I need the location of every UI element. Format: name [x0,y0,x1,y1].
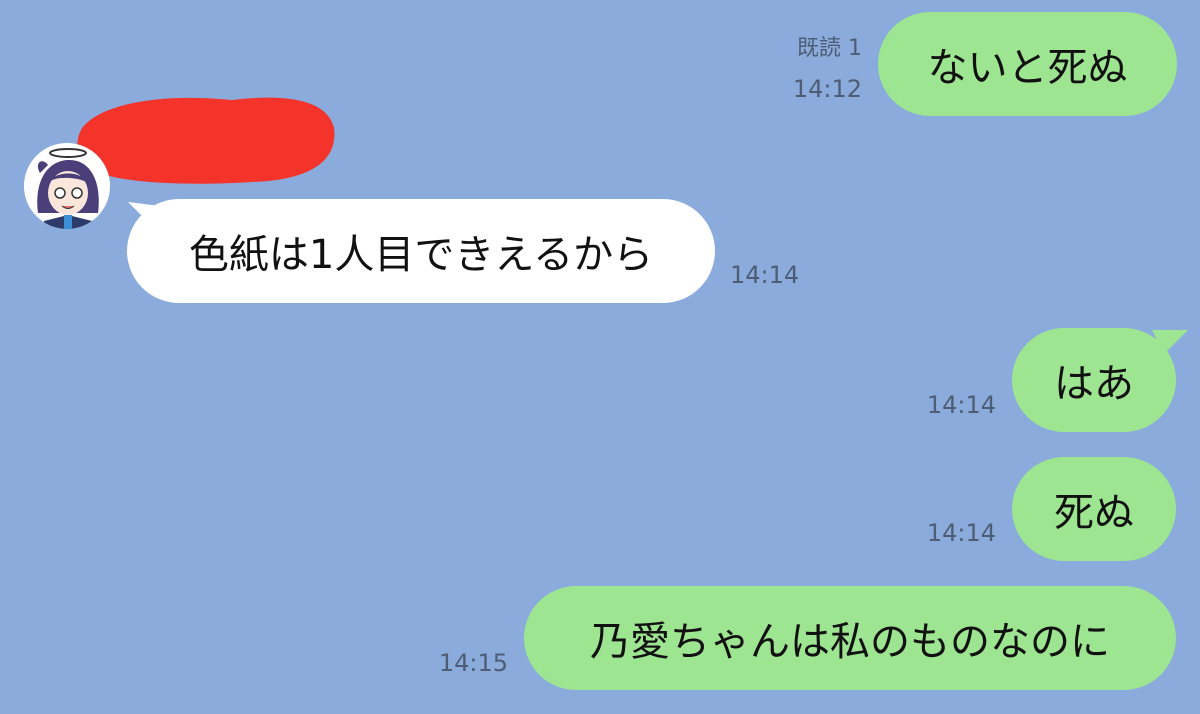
message-timestamp: 14:14 [926,519,996,547]
message-timestamp: 14:12 [792,75,862,103]
message-timestamp: 14:14 [926,391,996,419]
message-text: はあ [1054,361,1134,407]
incoming-message-bubble[interactable]: 色紙は1人目できえるから [127,199,715,303]
message-timestamp: 14:14 [730,261,800,289]
message-text: ないと死ぬ [927,45,1128,91]
chat-view: 既読 1 14:12 ないと死ぬ 色紙は1人目できえるから 14:14 14:1… [0,0,1200,714]
outgoing-message-bubble[interactable]: 乃愛ちゃんは私のものなのに [524,586,1176,690]
anime-girl-avatar-icon [24,143,110,229]
read-receipt: 既読 1 [797,36,862,61]
message-timestamp: 14:15 [438,649,508,677]
message-text: 色紙は1人目できえるから [188,232,654,278]
redacted-sender-name [77,97,335,184]
sender-avatar[interactable] [24,143,110,229]
message-text: 死ぬ [1054,490,1134,536]
outgoing-message-bubble[interactable]: ないと死ぬ [878,12,1177,116]
message-text: 乃愛ちゃんは私のものなのに [590,619,1110,665]
outgoing-message-bubble[interactable]: 死ぬ [1012,457,1176,561]
outgoing-bubble-tail [1152,330,1188,354]
